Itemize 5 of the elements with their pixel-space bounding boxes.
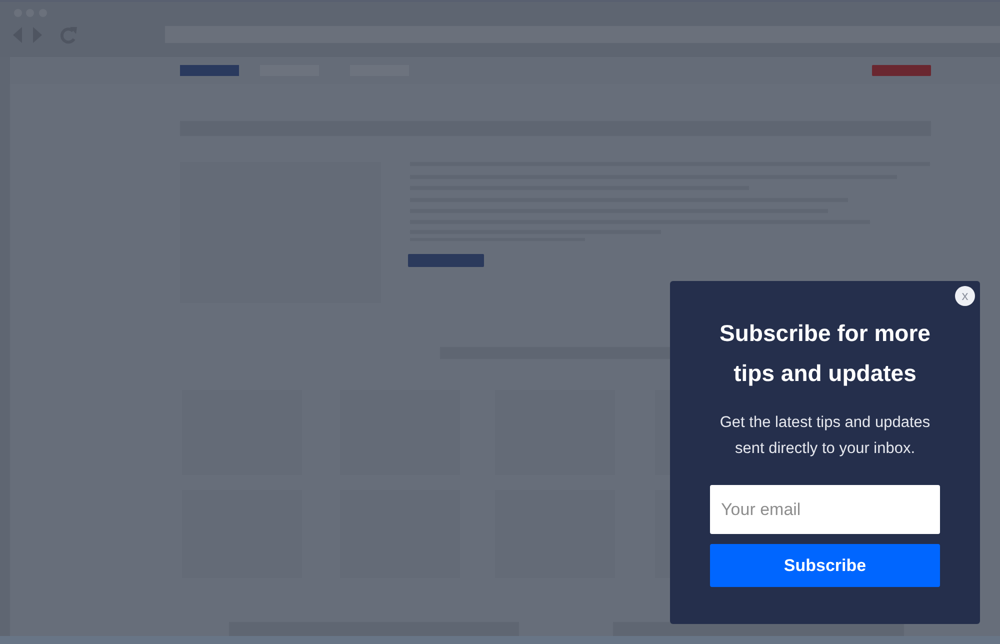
close-button[interactable]: x bbox=[955, 286, 975, 306]
popup-title: Subscribe for more tips and updates bbox=[718, 319, 932, 388]
email-input[interactable]: Your email bbox=[710, 485, 940, 534]
subscribe-button[interactable]: Subscribe bbox=[710, 544, 940, 587]
popup-description: Get the latest tips and updates sent directly to your inbox. bbox=[718, 413, 932, 459]
